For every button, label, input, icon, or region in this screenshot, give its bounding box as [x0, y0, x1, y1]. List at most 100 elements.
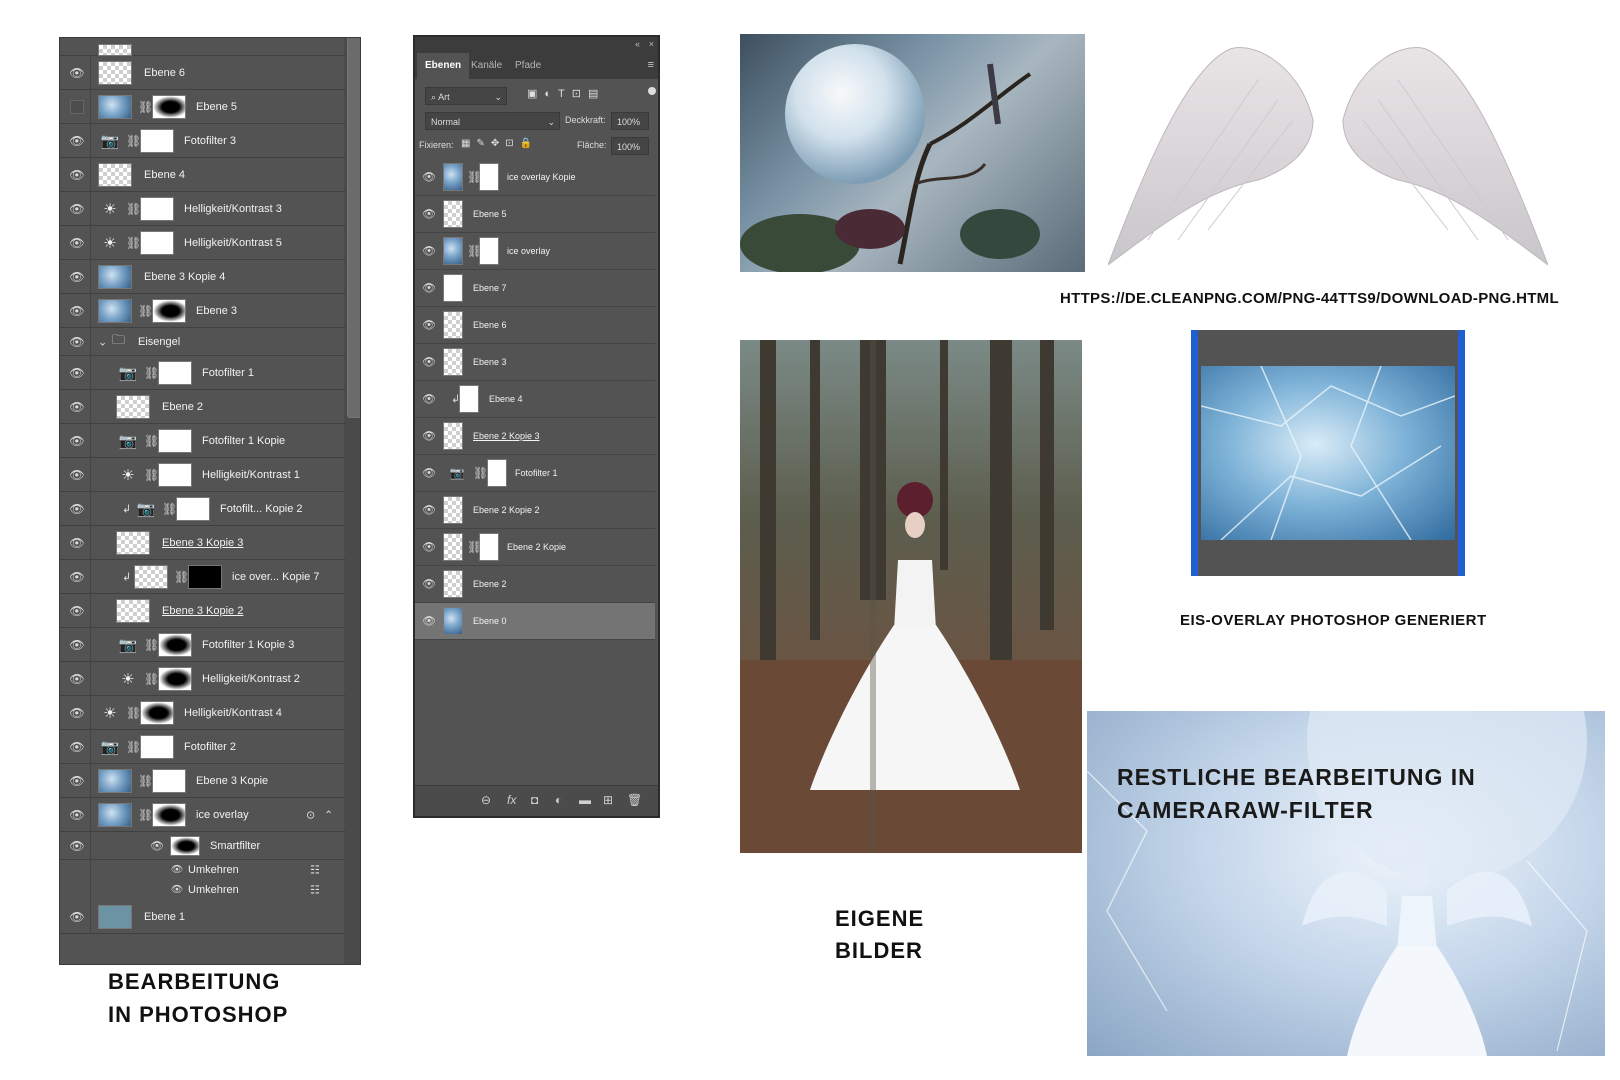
- layer-thumbnail[interactable]: [98, 298, 132, 323]
- layer-thumbnail[interactable]: [443, 237, 463, 265]
- layer-thumbnail[interactable]: [443, 570, 463, 598]
- eye-icon[interactable]: 👁: [68, 910, 86, 924]
- eye-icon[interactable]: 👁: [68, 468, 86, 482]
- fx-icon[interactable]: fx: [507, 793, 516, 807]
- layer-mask-thumbnail[interactable]: [152, 802, 186, 827]
- layer-thumbnail[interactable]: [443, 311, 463, 339]
- link-icon[interactable]: ⛓: [126, 740, 141, 754]
- eye-icon[interactable]: 👁: [148, 839, 166, 852]
- link-icon[interactable]: ⛓: [467, 170, 482, 184]
- layer-row[interactable]: 👁 📷 ⛓ Fotofilter 3: [60, 124, 346, 158]
- close-icon[interactable]: ×: [649, 39, 654, 49]
- layer-row[interactable]: 👁 ↲ ⛓ ice over... Kopie 7: [60, 560, 346, 594]
- eye-icon[interactable]: 👁: [68, 366, 86, 380]
- layer-row[interactable]: ⛓ Ebene 5: [60, 90, 346, 124]
- filter-options-icon[interactable]: ☷: [310, 884, 320, 897]
- eye-icon[interactable]: 👁: [422, 541, 436, 554]
- layer-row[interactable]: 👁 ↲ Ebene 4: [415, 381, 655, 418]
- layer-thumbnail[interactable]: [443, 274, 463, 302]
- eye-icon[interactable]: 👁: [68, 335, 86, 349]
- fill-input[interactable]: 100%: [611, 137, 649, 155]
- chevron-down-icon[interactable]: ⌄: [98, 335, 107, 348]
- layer-mask-thumbnail[interactable]: [487, 459, 507, 487]
- link-icon[interactable]: ⛓: [144, 672, 159, 686]
- link-icon[interactable]: ⛓: [467, 540, 482, 554]
- link-icon[interactable]: ⛓: [126, 706, 141, 720]
- eye-icon[interactable]: 👁: [68, 672, 86, 686]
- layer-row[interactable]: 👁 Ebene 3: [415, 344, 655, 381]
- layer-thumbnail[interactable]: [443, 200, 463, 228]
- eye-icon[interactable]: 👁: [422, 615, 436, 628]
- chevron-up-icon[interactable]: ⌃: [324, 808, 333, 821]
- link-icon[interactable]: ⛓: [144, 638, 159, 652]
- eye-icon[interactable]: 👁: [422, 504, 436, 517]
- eye-icon[interactable]: 👁: [422, 208, 436, 221]
- layer-mask-thumbnail[interactable]: [140, 700, 174, 725]
- layer-thumbnail[interactable]: [443, 607, 463, 635]
- layer-mask-thumbnail[interactable]: [188, 564, 222, 589]
- layer-mask-thumbnail[interactable]: [152, 768, 186, 793]
- layer-mask-thumbnail[interactable]: [158, 462, 192, 487]
- layer-thumbnail[interactable]: [98, 60, 132, 85]
- layer-row[interactable]: 👁 Ebene 2: [415, 566, 655, 603]
- eye-icon[interactable]: 👁: [68, 536, 86, 550]
- eye-icon[interactable]: 👁: [68, 236, 86, 250]
- eye-icon[interactable]: 👁: [422, 430, 436, 443]
- layer-mask-thumbnail[interactable]: [152, 298, 186, 323]
- link-icon[interactable]: ⛓: [162, 502, 177, 516]
- eye-icon[interactable]: 👁: [422, 282, 436, 295]
- mask-icon[interactable]: ◘: [531, 793, 538, 807]
- layer-row[interactable]: 👁 ☀ ⛓ Helligkeit/Kontrast 4: [60, 696, 346, 730]
- eye-icon[interactable]: 👁: [422, 171, 436, 184]
- filter-options-icon[interactable]: ☷: [310, 864, 320, 877]
- link-icon[interactable]: ⛓: [144, 366, 159, 380]
- layer-row[interactable]: 👁 ⛓ ice overlay Kopie: [415, 159, 655, 196]
- layer-row[interactable]: 👁 Umkehren ☷: [60, 880, 346, 900]
- eye-icon[interactable]: 👁: [168, 865, 186, 876]
- layer-row[interactable]: 👁 Ebene 7: [415, 270, 655, 307]
- layer-row[interactable]: 👁 Umkehren ☷: [60, 860, 346, 880]
- eye-icon[interactable]: 👁: [68, 570, 86, 584]
- layer-row[interactable]: 👁 Ebene 2 Kopie 2: [415, 492, 655, 529]
- layer-mask-thumbnail[interactable]: [140, 734, 174, 759]
- eye-icon[interactable]: 👁: [68, 304, 86, 318]
- layer-row[interactable]: 👁 ☀ ⛓ Helligkeit/Kontrast 2: [60, 662, 346, 696]
- eye-icon[interactable]: 👁: [422, 319, 436, 332]
- link-icon[interactable]: ⛓: [144, 434, 159, 448]
- filter-kind-select[interactable]: ⌕ Art ⌄: [425, 87, 507, 105]
- layer-mask-thumbnail[interactable]: [158, 632, 192, 657]
- layer-row[interactable]: 👁 ⛓ Ebene 3 Kopie: [60, 764, 346, 798]
- opacity-input[interactable]: 100%: [611, 112, 649, 130]
- layer-mask-thumbnail[interactable]: [140, 196, 174, 221]
- layer-row[interactable]: 👁 ↲ 📷 ⛓ Fotofilt... Kopie 2: [60, 492, 346, 526]
- layer-thumbnail[interactable]: [98, 802, 132, 827]
- eye-icon[interactable]: 👁: [68, 808, 86, 822]
- visibility-toggle[interactable]: [70, 99, 84, 114]
- layers-scrollbar[interactable]: [344, 38, 360, 964]
- link-icon[interactable]: ⛓: [138, 808, 153, 822]
- adjustment-icon[interactable]: ◐: [555, 793, 562, 807]
- eye-icon[interactable]: 👁: [68, 502, 86, 516]
- link-icon[interactable]: ⛓: [126, 236, 141, 250]
- layer-row[interactable]: 👁 ⛓ ice overlay ⊙ ⌃: [60, 798, 346, 832]
- layer-row[interactable]: 👁 👁 Smartfilter: [60, 832, 346, 860]
- eye-icon[interactable]: 👁: [68, 202, 86, 216]
- layer-row[interactable]: 👁 Ebene 3 Kopie 3: [60, 526, 346, 560]
- layer-thumbnail[interactable]: [443, 533, 463, 561]
- link-icon[interactable]: ⛓: [126, 202, 141, 216]
- layer-thumbnail[interactable]: [98, 94, 132, 119]
- eye-icon[interactable]: 👁: [422, 467, 436, 480]
- link-icon[interactable]: ⛓: [174, 570, 189, 584]
- layer-mask-thumbnail[interactable]: [158, 360, 192, 385]
- eye-icon[interactable]: 👁: [168, 885, 186, 896]
- tab-ebenen[interactable]: Ebenen: [417, 53, 470, 79]
- layer-row[interactable]: 👁 ☀ ⛓ Helligkeit/Kontrast 3: [60, 192, 346, 226]
- layer-row[interactable]: 👁 Ebene 3 Kopie 4: [60, 260, 346, 294]
- layer-row[interactable]: 👁 Ebene 6: [415, 307, 655, 344]
- folder-icon[interactable]: ▬: [579, 793, 591, 807]
- layer-thumbnail[interactable]: [98, 768, 132, 793]
- layer-mask-thumbnail[interactable]: [158, 428, 192, 453]
- eye-icon[interactable]: 👁: [68, 839, 86, 853]
- filter-icons[interactable]: ▣◐T⊡▤: [527, 87, 605, 100]
- layer-thumbnail[interactable]: [459, 385, 479, 413]
